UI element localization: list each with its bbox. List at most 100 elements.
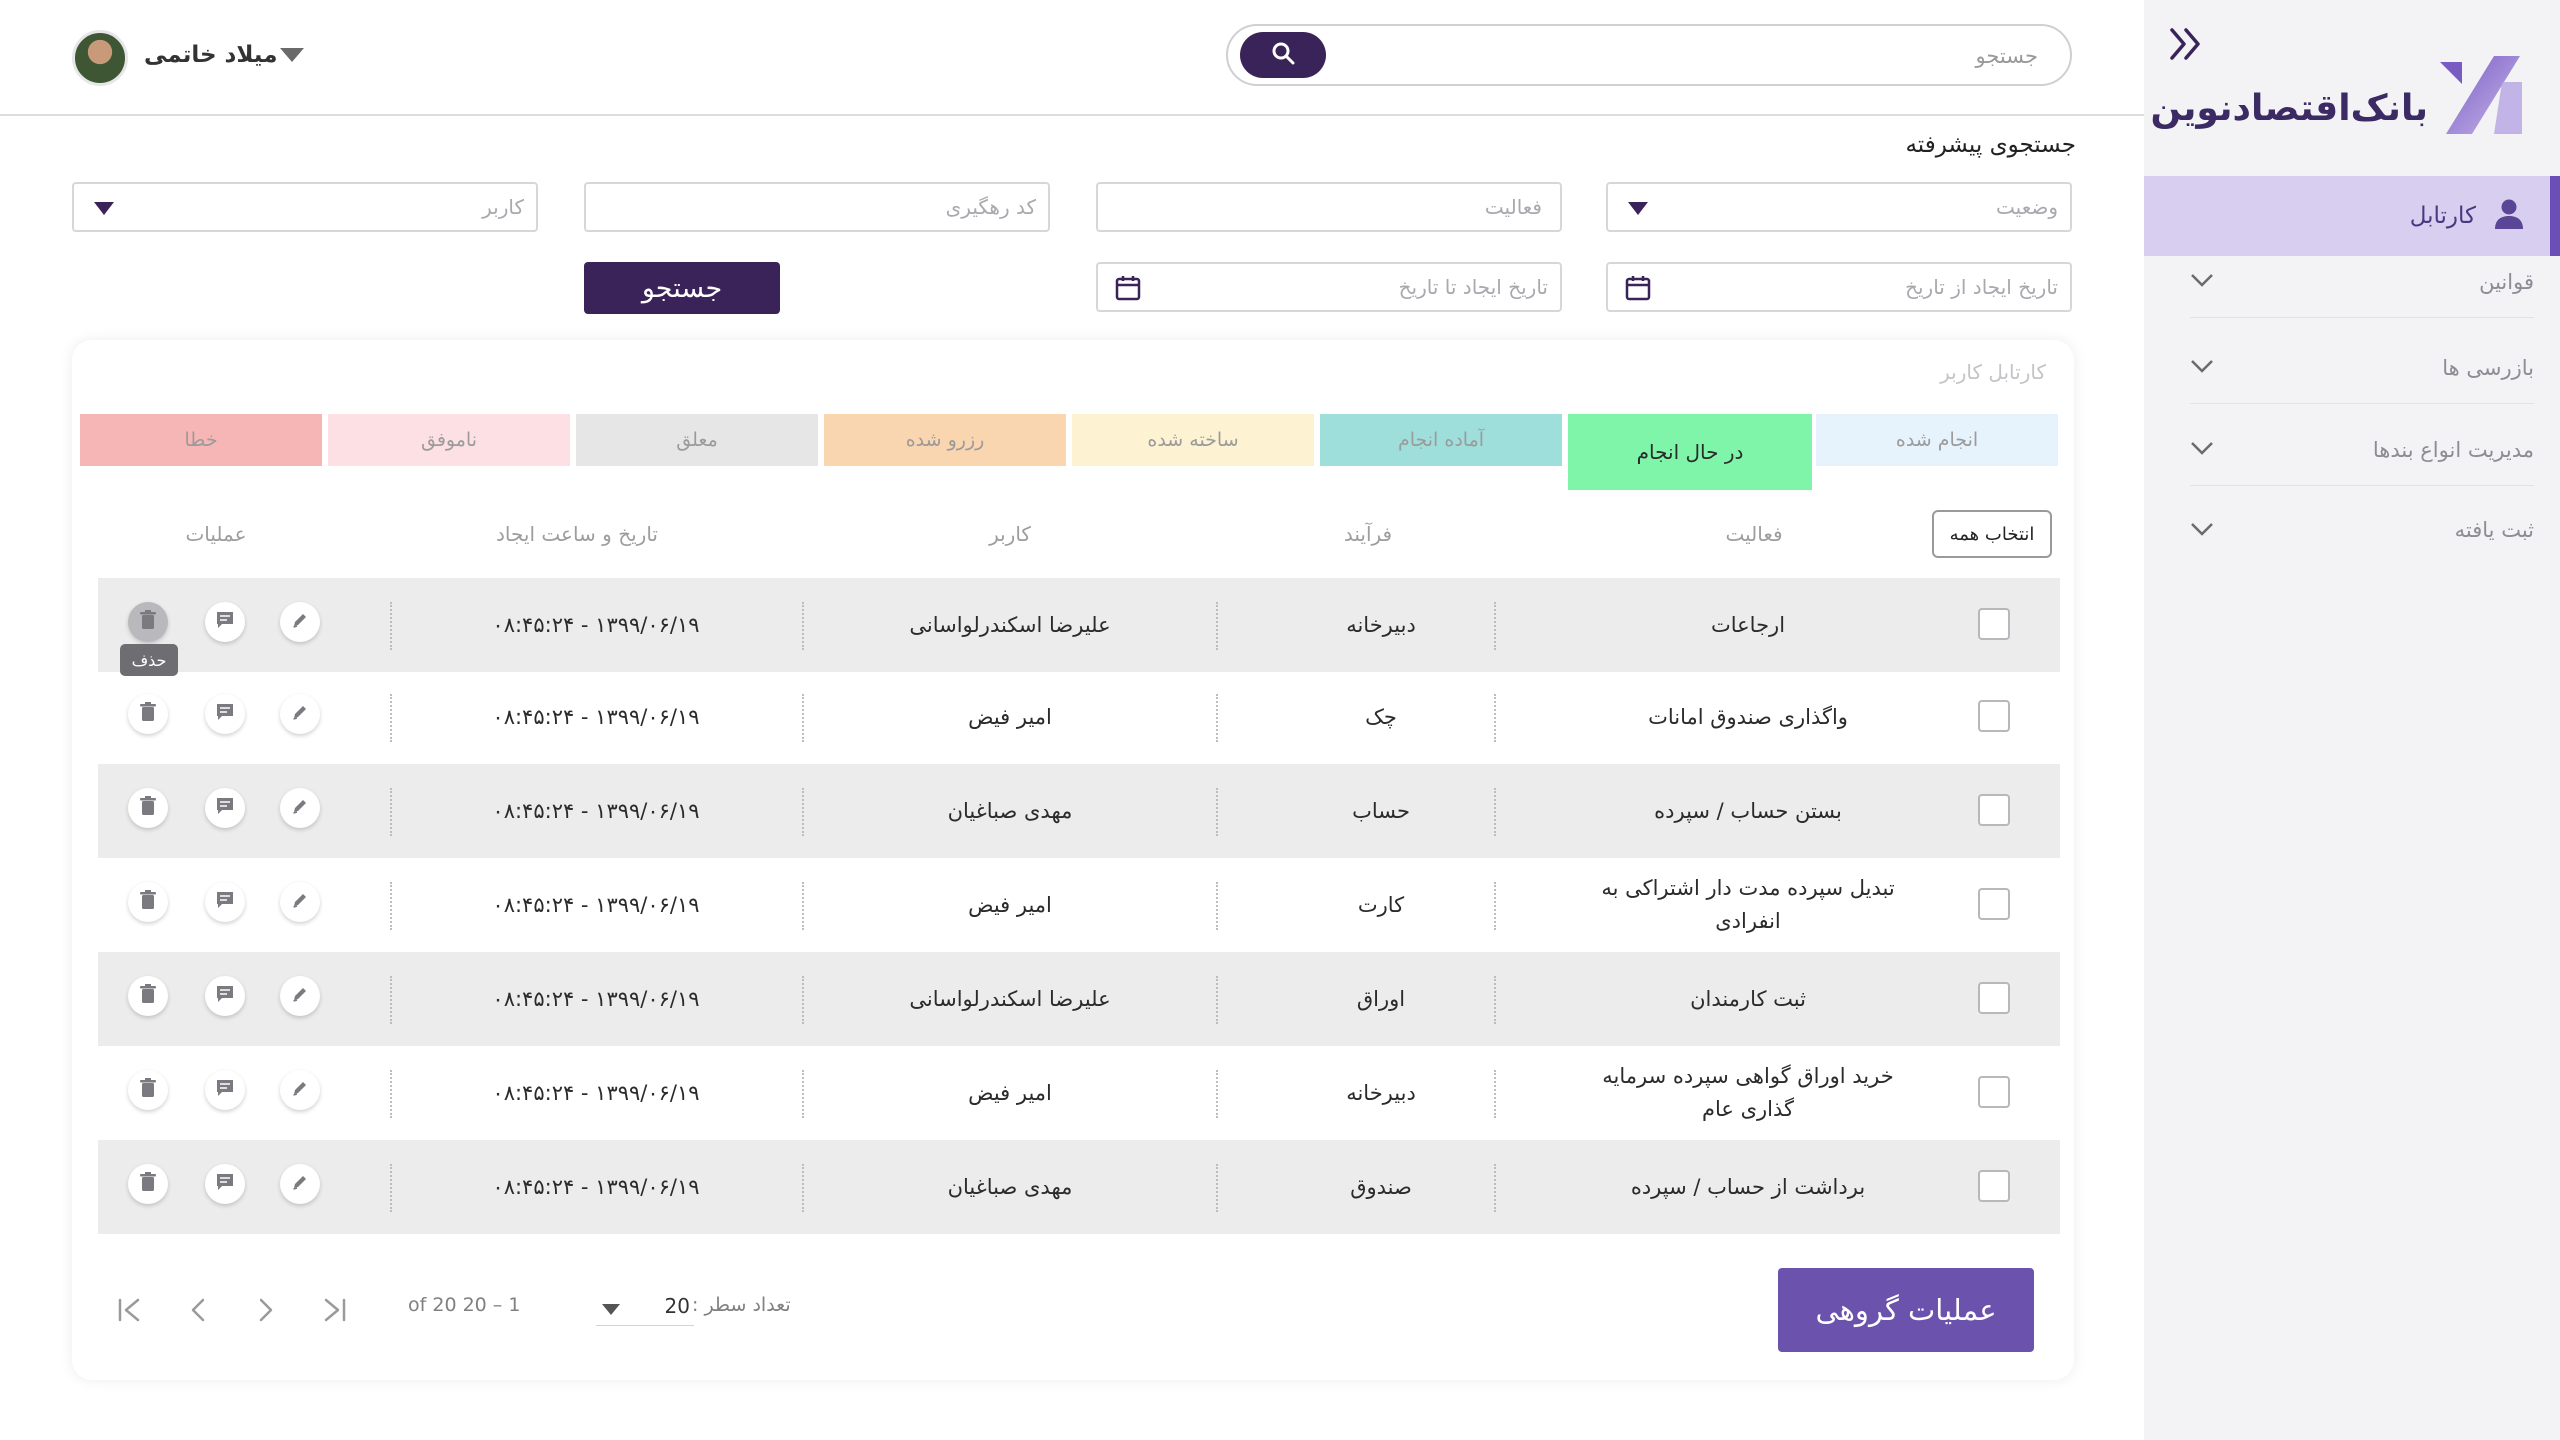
pencil-icon bbox=[291, 797, 309, 819]
pencil-icon bbox=[291, 985, 309, 1007]
edit-button[interactable] bbox=[280, 882, 320, 922]
comment-button[interactable] bbox=[205, 976, 245, 1016]
first-page-icon[interactable] bbox=[112, 1292, 148, 1328]
table-row: ارجاعات دبیرخانه علیرضا اسکندرلواسانی ۰۸:۴۵… bbox=[98, 578, 2060, 672]
sidebar-item-label: مدیریت انواع بندها bbox=[2372, 437, 2534, 462]
collapse-sidebar-icon[interactable] bbox=[2166, 22, 2210, 66]
sidebar-item-register-finding[interactable]: ثبت یافته bbox=[2190, 494, 2534, 566]
sidebar-item-rules[interactable]: قوانین bbox=[2190, 246, 2534, 318]
advanced-search-button[interactable]: جستجو bbox=[584, 262, 780, 314]
delete-button[interactable] bbox=[128, 602, 168, 642]
status-select[interactable]: وضعیت bbox=[1606, 182, 2072, 232]
column-header-created: تاریخ و ساعت ایجاد bbox=[496, 522, 658, 546]
column-divider bbox=[1216, 602, 1218, 650]
date-from-field[interactable]: تاریخ ایجاد از تاریخ bbox=[1606, 262, 2072, 312]
tab-failed[interactable]: ناموفق bbox=[328, 414, 570, 466]
user-menu-caret-icon[interactable] bbox=[280, 48, 304, 62]
search-button[interactable] bbox=[1240, 32, 1326, 78]
edit-button[interactable] bbox=[280, 694, 320, 734]
edit-button[interactable] bbox=[280, 1070, 320, 1110]
page-range: of 20 20 – 1 bbox=[408, 1294, 521, 1316]
tab-reserved[interactable]: رزرو شده bbox=[824, 414, 1066, 466]
row-checkbox[interactable] bbox=[1978, 982, 2010, 1014]
column-divider bbox=[802, 788, 804, 836]
avatar[interactable] bbox=[72, 30, 128, 86]
delete-button[interactable] bbox=[128, 694, 168, 734]
comment-icon bbox=[215, 797, 235, 819]
trash-icon bbox=[139, 796, 157, 820]
comment-button[interactable] bbox=[205, 882, 245, 922]
tab-suspended[interactable]: معلق bbox=[576, 414, 818, 466]
delete-button[interactable] bbox=[128, 976, 168, 1016]
comment-icon bbox=[215, 1079, 235, 1101]
edit-button[interactable] bbox=[280, 1164, 320, 1204]
search-icon bbox=[1271, 41, 1295, 69]
chevron-down-icon bbox=[2190, 272, 2214, 291]
next-page-icon[interactable] bbox=[248, 1292, 284, 1328]
activity-placeholder: فعالیت bbox=[1484, 195, 1542, 219]
last-page-icon[interactable] bbox=[316, 1292, 352, 1328]
select-all-button[interactable]: انتخاب همه bbox=[1932, 510, 2052, 558]
status-placeholder: وضعیت bbox=[1996, 195, 2058, 219]
activity-field[interactable]: فعالیت bbox=[1096, 182, 1562, 232]
calendar-icon[interactable] bbox=[1114, 274, 1142, 302]
calendar-icon[interactable] bbox=[1624, 274, 1652, 302]
tab-error[interactable]: خطا bbox=[80, 414, 322, 466]
table-row: واگذاری صندوق امانات چک امیر فیض ۰۸:۴۵:۲۴ -… bbox=[98, 670, 2060, 764]
comment-button[interactable] bbox=[205, 602, 245, 642]
rows-per-page-value: 20 bbox=[664, 1294, 690, 1318]
column-divider bbox=[390, 788, 392, 836]
cell-user: امیر فیض bbox=[968, 892, 1052, 917]
group-operations-button[interactable]: عملیات گروهی bbox=[1778, 1268, 2034, 1352]
tab-in-progress[interactable]: در حال انجام bbox=[1568, 414, 1812, 490]
trash-icon bbox=[139, 1172, 157, 1196]
column-divider bbox=[802, 976, 804, 1024]
edit-button[interactable] bbox=[280, 602, 320, 642]
row-checkbox[interactable] bbox=[1978, 888, 2010, 920]
sidebar-item-inspections[interactable]: بازرسی ها bbox=[2190, 332, 2534, 404]
cell-user: امیر فیض bbox=[968, 704, 1052, 729]
cell-user: مهدی صباغیان bbox=[947, 1174, 1073, 1199]
comment-button[interactable] bbox=[205, 1070, 245, 1110]
row-checkbox[interactable] bbox=[1978, 608, 2010, 640]
delete-button[interactable] bbox=[128, 1164, 168, 1204]
user-select[interactable]: کاربر bbox=[72, 182, 538, 232]
previous-page-icon[interactable] bbox=[180, 1292, 216, 1328]
cell-activity: تبدیل سپرده مدت دار اشتراکی به انفرادی bbox=[1601, 876, 1895, 933]
comment-button[interactable] bbox=[205, 1164, 245, 1204]
cell-activity: برداشت از حساب / سپرده bbox=[1630, 1174, 1866, 1199]
edit-button[interactable] bbox=[280, 788, 320, 828]
sidebar-item-label: کارتابل bbox=[2409, 203, 2476, 229]
comment-button[interactable] bbox=[205, 788, 245, 828]
date-to-field[interactable]: تاریخ ایجاد تا تاریخ bbox=[1096, 262, 1562, 312]
edit-button[interactable] bbox=[280, 976, 320, 1016]
delete-button[interactable] bbox=[128, 882, 168, 922]
delete-button[interactable] bbox=[128, 788, 168, 828]
delete-button[interactable] bbox=[128, 1070, 168, 1110]
search-input[interactable] bbox=[1338, 38, 2038, 74]
tracking-code-field[interactable]: کد رهگیری bbox=[584, 182, 1050, 232]
rows-per-page-select[interactable]: 20 bbox=[596, 1290, 694, 1326]
caret-down-icon bbox=[94, 202, 114, 215]
row-checkbox[interactable] bbox=[1978, 1076, 2010, 1108]
row-checkbox[interactable] bbox=[1978, 794, 2010, 826]
column-divider bbox=[802, 1164, 804, 1212]
column-divider bbox=[1494, 882, 1496, 930]
tab-created[interactable]: ساخته شده bbox=[1072, 414, 1314, 466]
comment-icon bbox=[215, 703, 235, 725]
row-checkbox[interactable] bbox=[1978, 700, 2010, 732]
advanced-search-title: جستجوی پیشرفته bbox=[1905, 132, 2076, 158]
table-row: برداشت از حساب / سپرده صندوق مهدی صباغیان ۰… bbox=[98, 1140, 2060, 1234]
sidebar-item-label: بازرسی ها bbox=[2442, 355, 2534, 380]
pencil-icon bbox=[291, 891, 309, 913]
rows-per-page-label: تعداد سطر : bbox=[692, 1294, 791, 1316]
trash-icon bbox=[139, 984, 157, 1008]
tab-ready[interactable]: آماده انجام bbox=[1320, 414, 1562, 466]
comment-button[interactable] bbox=[205, 694, 245, 734]
sidebar-item-cartable[interactable]: کارتابل bbox=[2144, 176, 2560, 256]
row-checkbox[interactable] bbox=[1978, 1170, 2010, 1202]
trash-icon bbox=[139, 1078, 157, 1102]
tab-done[interactable]: انجام شده bbox=[1816, 414, 2058, 466]
sidebar-item-clause-types[interactable]: مدیریت انواع بندها bbox=[2190, 414, 2534, 486]
sidebar-item-label: ثبت یافته bbox=[2454, 518, 2534, 542]
